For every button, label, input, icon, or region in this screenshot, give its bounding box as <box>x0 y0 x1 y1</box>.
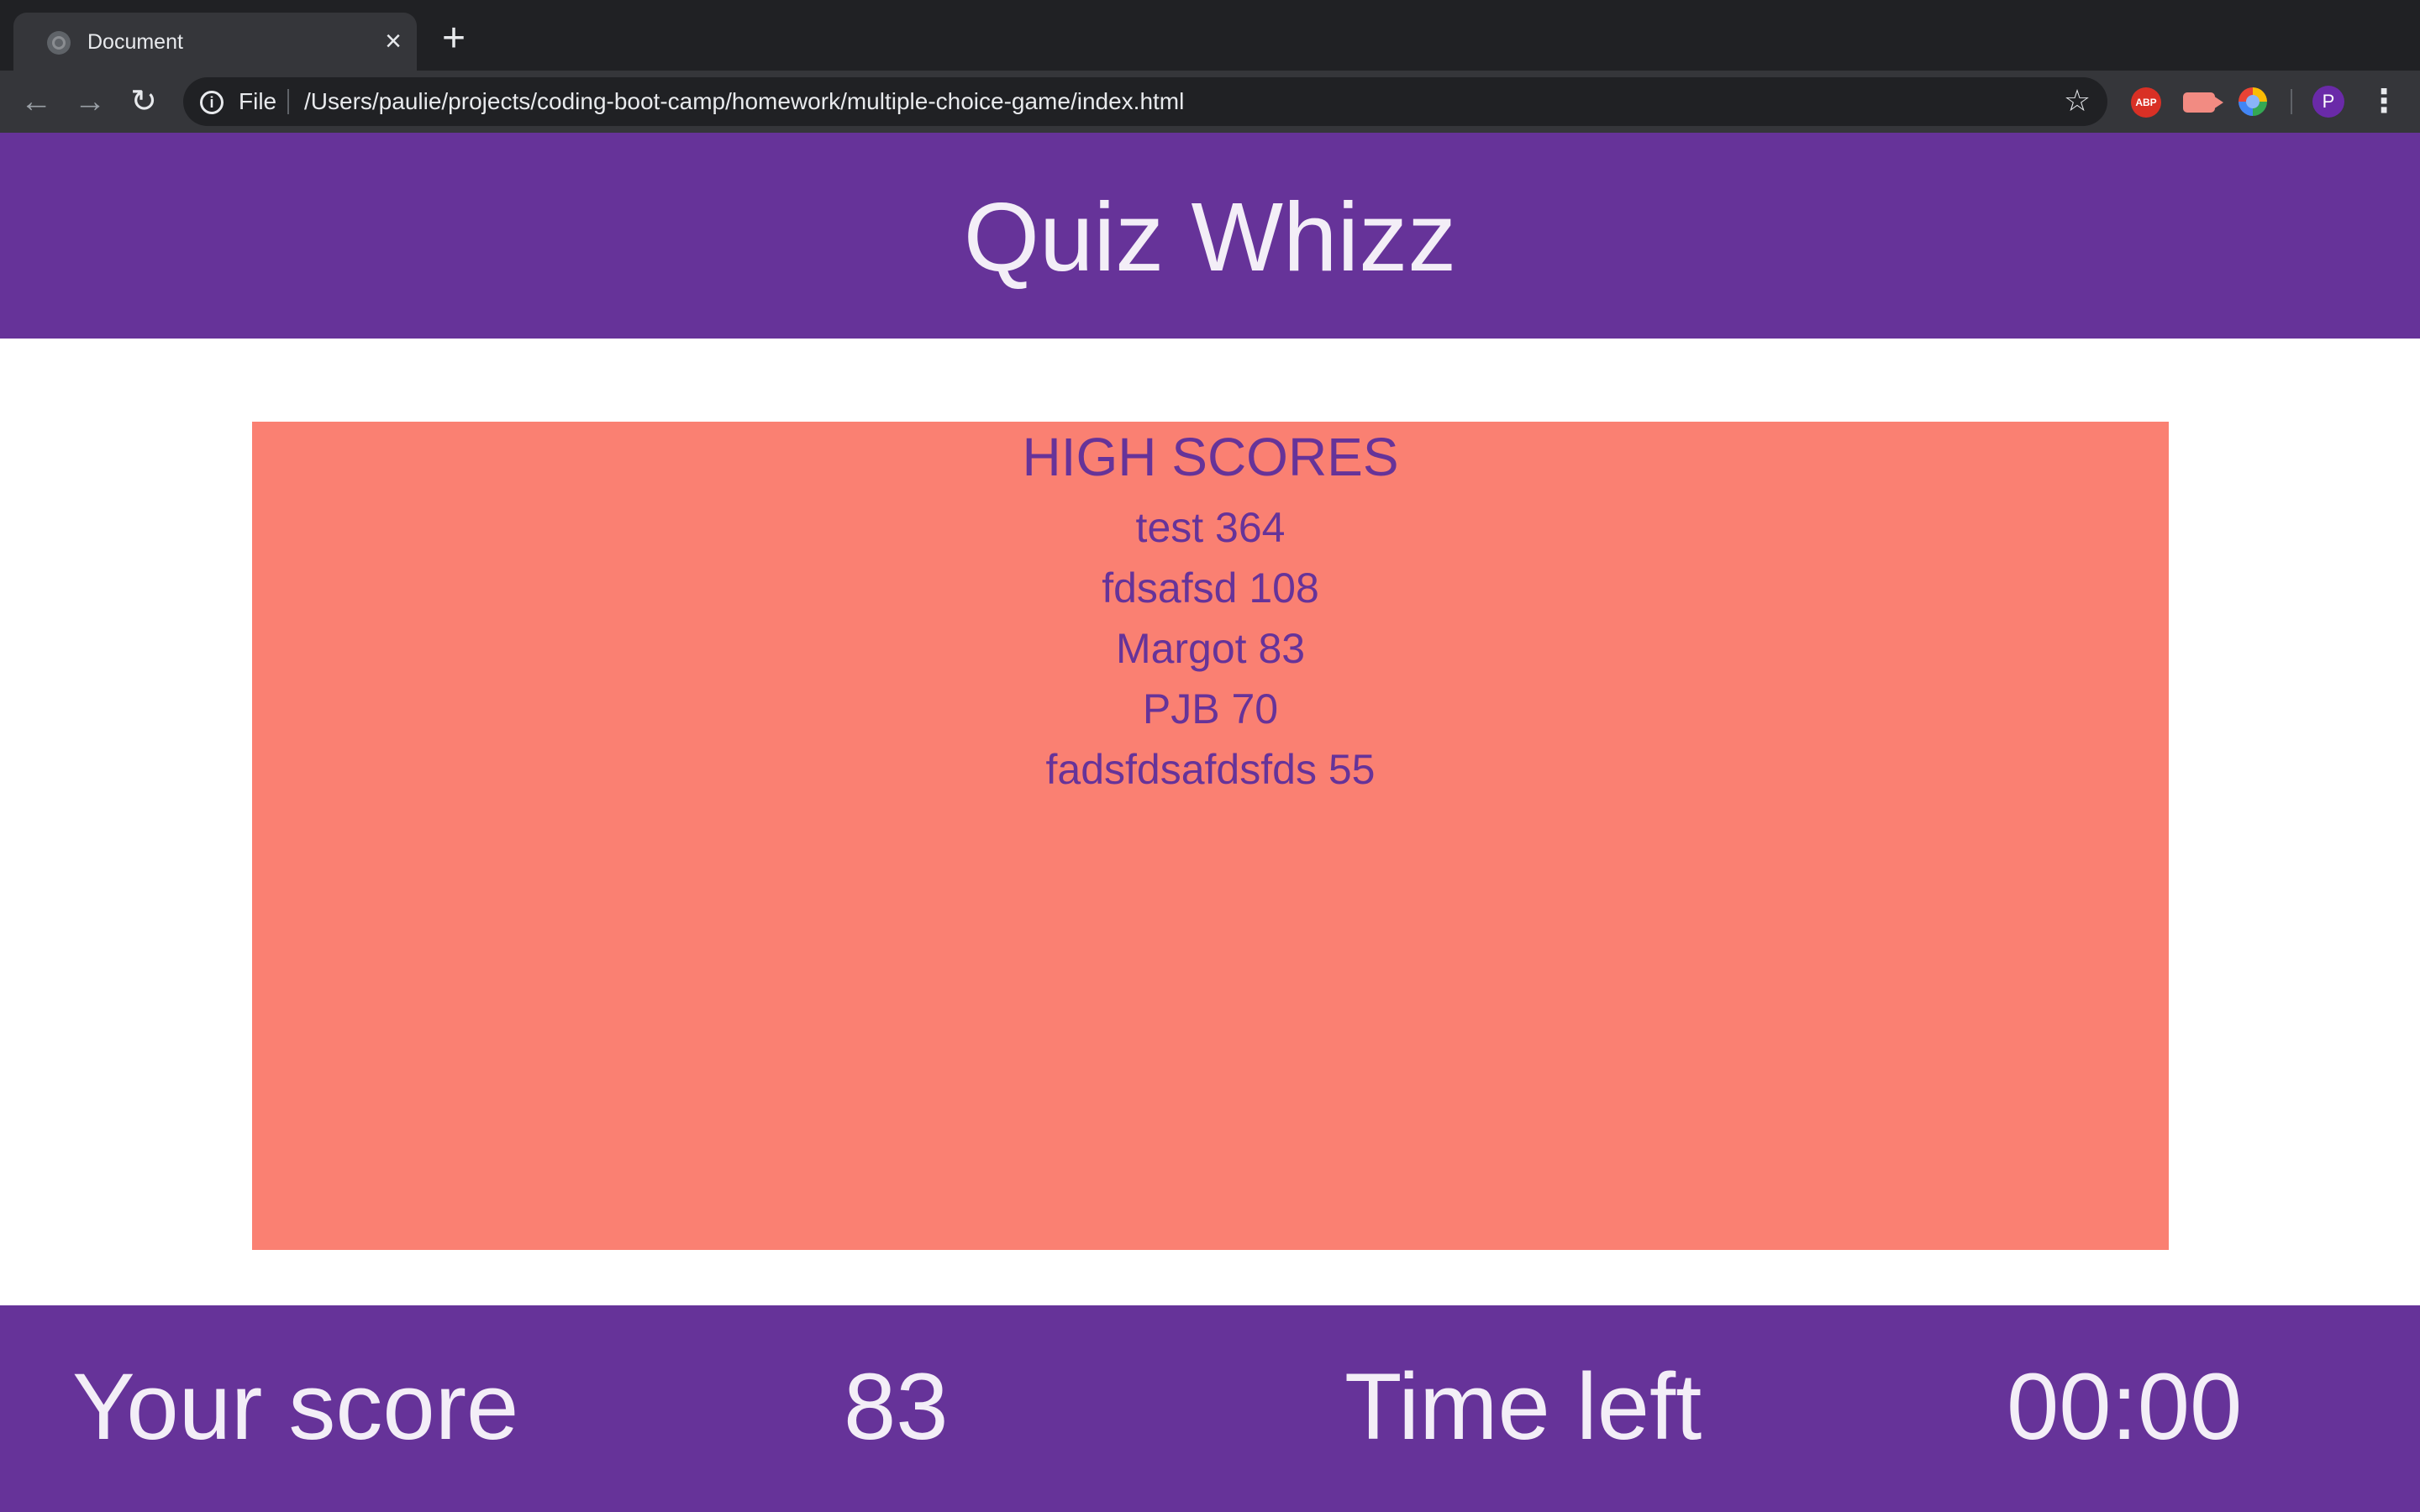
scheme-label: File <box>239 88 277 114</box>
omnibox-divider <box>287 89 289 114</box>
score-label: Your score <box>72 1354 519 1459</box>
forward-arrow-icon[interactable]: → <box>69 81 111 123</box>
score-entry: Margot 83 <box>1115 625 1306 672</box>
status-footer: Your score 83 Time left 00:00 <box>0 1305 2420 1512</box>
time-left-value: 00:00 <box>2007 1354 2243 1459</box>
bookmark-star-icon[interactable]: ☆ <box>2060 84 2094 118</box>
info-icon[interactable]: i <box>200 91 224 114</box>
high-scores-list: test 364 fdsafsd 108 Margot 83 PJB 70 fa… <box>252 497 2169 800</box>
tab-strip: Document × + <box>0 0 2420 71</box>
browser-tab[interactable]: Document × <box>13 13 417 71</box>
new-tab-icon[interactable]: + <box>435 18 472 59</box>
time-left-label: Time left <box>1344 1354 1702 1459</box>
back-arrow-icon[interactable]: ← <box>15 81 57 123</box>
score-entry: PJB 70 <box>1142 685 1279 732</box>
tab-close-icon[interactable]: × <box>376 24 410 58</box>
url-text[interactable]: /Users/paulie/projects/coding-boot-camp/… <box>304 87 1184 116</box>
high-scores-panel: HIGH SCORES test 364 fdsafsd 108 Margot … <box>252 422 2169 1250</box>
browser-toolbar: ← → ↻ i File /Users/paulie/projects/codi… <box>0 71 2420 133</box>
browser-chrome: Document × + ← → ↻ i File /Users/paulie/… <box>0 0 2420 133</box>
score-entry: fadsfdsafdsfds 55 <box>1045 746 1376 793</box>
tab-title: Document <box>87 30 183 54</box>
reload-icon[interactable]: ↻ <box>123 81 165 123</box>
more-menu-icon[interactable]: ⋮ <box>2368 82 2400 121</box>
toolbar-divider <box>2291 89 2292 114</box>
video-extension-icon[interactable] <box>2183 92 2223 113</box>
score-value: 83 <box>844 1354 949 1459</box>
score-entry: test 364 <box>1135 504 1286 551</box>
score-entry: fdsafsd 108 <box>1102 564 1319 612</box>
globe-extension-icon[interactable] <box>2238 87 2267 116</box>
page-header: Quiz Whizz <box>0 133 2420 339</box>
address-bar[interactable]: i File /Users/paulie/projects/coding-boo… <box>183 77 2107 126</box>
high-scores-heading: HIGH SCORES <box>1022 427 1399 487</box>
globe-favicon-icon <box>47 31 71 55</box>
page-title: Quiz Whizz <box>963 182 1457 291</box>
profile-avatar[interactable]: P <box>2312 86 2344 118</box>
adblock-plus-icon[interactable]: ABP <box>2131 87 2161 118</box>
